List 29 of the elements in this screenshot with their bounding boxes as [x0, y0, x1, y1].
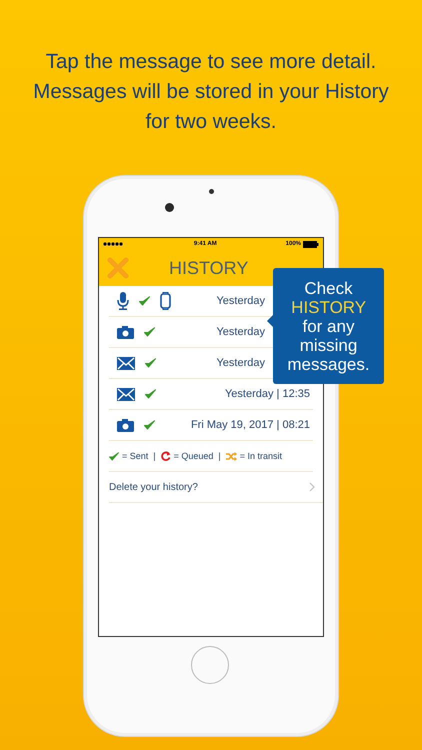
- delete-history-row[interactable]: Delete your history?: [109, 472, 323, 503]
- chevron-right-icon: [309, 482, 315, 492]
- message-time: Yesterday: [216, 326, 265, 338]
- headline: Tap the message to see more detail. Messages will be stored in your History for two weeks.: [33, 49, 389, 135]
- speaker-icon: [209, 189, 214, 194]
- refresh-icon: [160, 450, 171, 462]
- legend-label: = Sent: [122, 451, 148, 461]
- message-time: Yesterday: [216, 357, 265, 369]
- legend-label: = Queued: [174, 451, 214, 461]
- shuffle-icon: [226, 452, 237, 460]
- history-row[interactable]: Fri May 19, 2017 | 08:21: [109, 410, 313, 441]
- home-button[interactable]: [191, 646, 229, 684]
- signal-icon: [103, 241, 125, 247]
- legend-label: = In transit: [240, 451, 282, 461]
- envelope-icon: [117, 356, 135, 370]
- camera-icon: [117, 418, 134, 432]
- message-time: Fri May 19, 2017 | 08:21: [190, 419, 310, 431]
- microphone-icon: [117, 292, 129, 310]
- camera-lens-icon: [165, 203, 174, 212]
- message-time: Yesterday: [216, 295, 265, 307]
- camera-icon: [117, 326, 134, 338]
- screen-title: HISTORY: [169, 258, 248, 278]
- legend-separator: |: [153, 451, 156, 461]
- legend-separator: |: [218, 451, 221, 461]
- check-icon: [109, 452, 119, 460]
- message-time: Yesterday | 12:35: [224, 388, 310, 400]
- battery-icon: [303, 240, 319, 248]
- envelope-icon: [117, 388, 135, 400]
- close-icon[interactable]: [107, 257, 129, 279]
